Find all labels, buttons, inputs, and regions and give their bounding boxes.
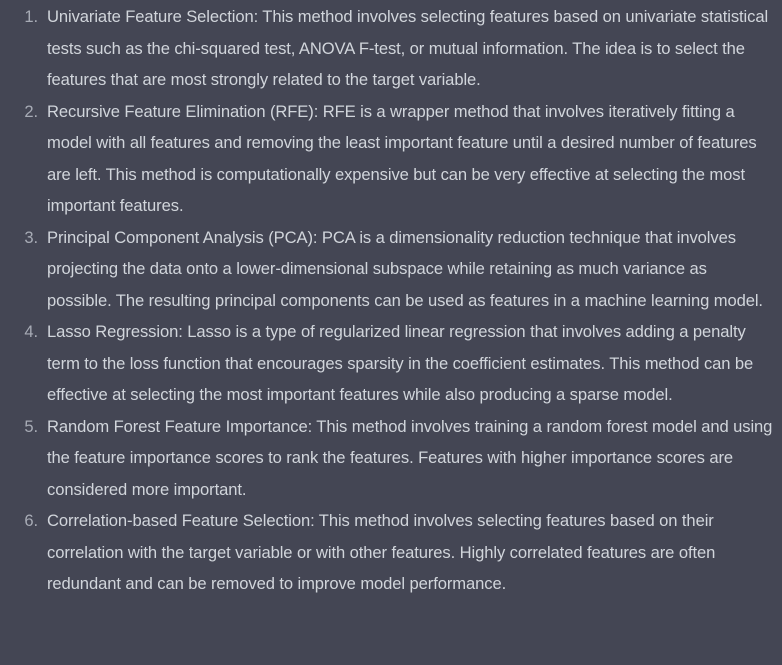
list-item-number: 2. <box>24 101 38 121</box>
list-item-text: Random Forest Feature Importance: This m… <box>47 416 773 499</box>
list-item-text: Principal Component Analysis (PCA): PCA … <box>47 227 763 310</box>
list-item: 1. Univariate Feature Selection: This me… <box>0 1 774 96</box>
list-item: 3. Principal Component Analysis (PCA): P… <box>0 222 774 317</box>
list-item-number: 4. <box>24 322 38 341</box>
list-item: 6. Correlation-based Feature Selection: … <box>0 505 774 600</box>
list-item-number: 3. <box>24 227 38 247</box>
list-item-number: 5. <box>24 416 38 436</box>
list-item: 4. Lasso Regression: Lasso is a type of … <box>0 316 774 411</box>
list-item-number: 1. <box>24 7 38 26</box>
list-item: 5. Random Forest Feature Importance: Thi… <box>0 411 774 506</box>
list-item-text: Lasso Regression: Lasso is a type of reg… <box>47 322 754 404</box>
list-item-number: 6. <box>24 511 38 530</box>
list-item-text: Correlation-based Feature Selection: Thi… <box>47 511 716 593</box>
chat-response: 1. Univariate Feature Selection: This me… <box>0 0 782 665</box>
list-item-text: Recursive Feature Elimination (RFE): RFE… <box>47 101 757 216</box>
list-item-text: Univariate Feature Selection: This metho… <box>47 7 769 89</box>
list-item: 2. Recursive Feature Elimination (RFE): … <box>0 96 774 222</box>
feature-selection-methods-list: 1. Univariate Feature Selection: This me… <box>0 1 774 600</box>
